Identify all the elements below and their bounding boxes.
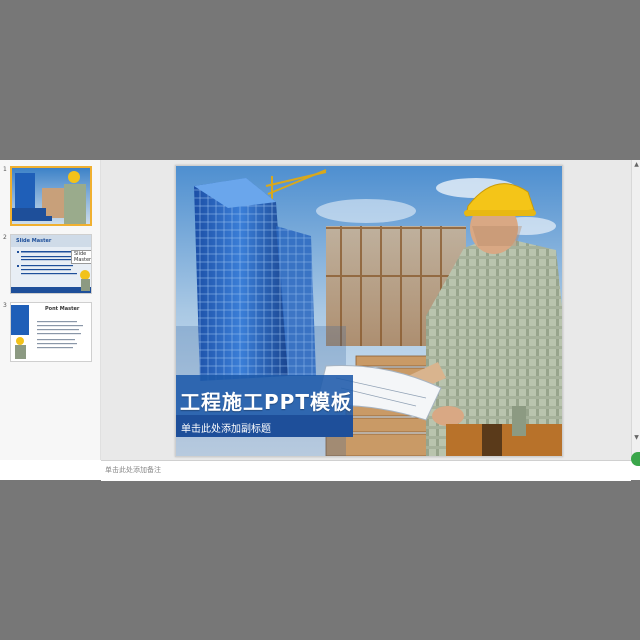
zoom-fit-icon[interactable] <box>631 452 640 466</box>
slide-canvas[interactable]: 工程施工PPT模板 单击此处添加副标题 <box>175 165 563 457</box>
slide-thumbnail-1[interactable] <box>10 166 92 226</box>
thumbnail-number: 2 <box>3 234 7 241</box>
thumbnail-1-image <box>12 168 90 224</box>
thumbnail-tooltip: Slide Master <box>71 250 91 264</box>
slide-title[interactable]: 工程施工PPT模板 <box>180 386 352 415</box>
presentation-app: 1 2 Slide Master Slide Master 3 Pont Mas… <box>0 160 640 481</box>
thumbnail-number: 1 <box>3 166 7 173</box>
slide-subtitle[interactable]: 单击此处添加副标题 <box>181 420 271 435</box>
slide-thumbnail-3[interactable]: Pont Master <box>10 302 92 362</box>
scroll-down-arrow-icon[interactable]: ▼ <box>633 434 640 441</box>
thumbnail-2-title: Slide Master <box>16 238 52 244</box>
thumbnail-number: 3 <box>3 302 7 309</box>
notes-pane[interactable]: 单击此处添加备注 <box>101 460 631 481</box>
slide-thumbnail-2[interactable]: Slide Master Slide Master <box>10 234 92 294</box>
notes-placeholder: 单击此处添加备注 <box>105 466 161 474</box>
thumbnail-3-title: Pont Master <box>45 306 80 312</box>
scroll-up-arrow-icon[interactable]: ▲ <box>633 161 640 168</box>
slide-thumbnail-pane[interactable]: 1 2 Slide Master Slide Master 3 Pont Mas… <box>0 160 101 460</box>
vertical-scrollbar[interactable]: ▲ ▼ <box>631 160 640 460</box>
slide-editor: 工程施工PPT模板 单击此处添加副标题 <box>101 160 631 460</box>
